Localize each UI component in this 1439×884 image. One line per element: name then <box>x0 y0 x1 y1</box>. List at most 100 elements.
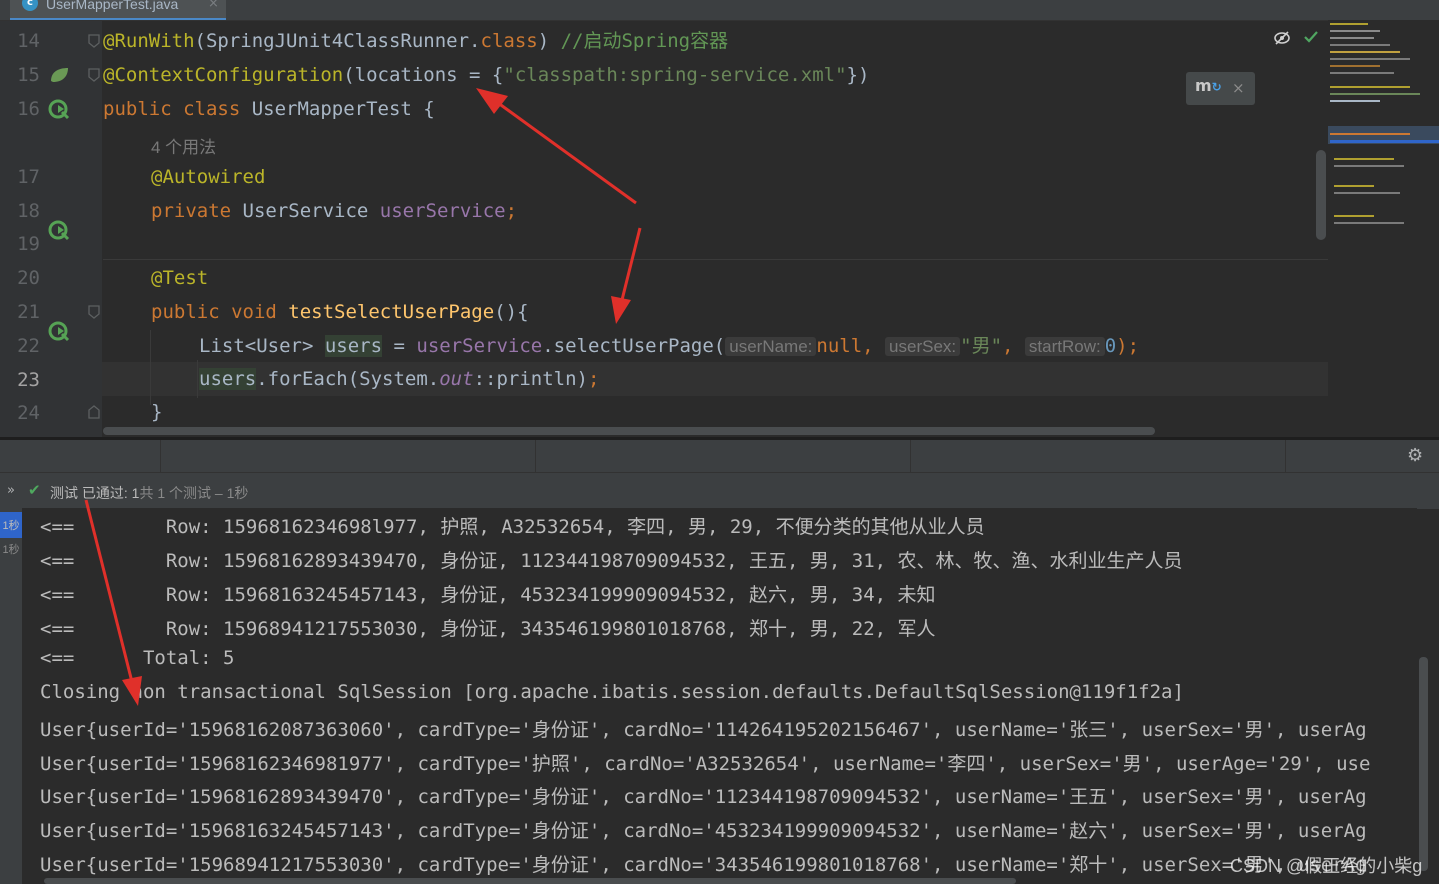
maven-reload-icon[interactable]: m↻ <box>1195 76 1222 95</box>
code-text: .selectUserPage( <box>542 335 726 357</box>
console-line: <== Total: 5 <box>40 647 235 669</box>
usages-hint[interactable]: 4 个用法 <box>151 133 216 158</box>
method-name: testSelectUserPage <box>288 301 495 323</box>
code-text: (){ <box>494 301 529 323</box>
editor-gutter: 14 15 16 17 18 19 20 21 22 23 24 <box>0 21 102 437</box>
code-text: (locations = { <box>343 64 504 86</box>
gear-icon[interactable]: ⚙ <box>1407 445 1423 466</box>
fold-end-icon[interactable] <box>87 404 101 420</box>
string-literal: "男" <box>960 335 1003 357</box>
console-line: <== Row: 15968162893439470, 身份证, 1123441… <box>40 550 1183 572</box>
line-number: 22 <box>17 335 40 357</box>
indent-guide <box>197 360 198 398</box>
line-number: 21 <box>17 301 40 323</box>
console-line: User{userId='15968162893439470', cardTyp… <box>40 786 1367 808</box>
code-text: }) <box>846 64 870 86</box>
semicolon: ; <box>587 368 600 390</box>
console-line: <== Row: 1596816234698l977, 护照, A3253265… <box>40 516 985 538</box>
test-status-bar: » ✔ 测试 已通过: 1共 1 个测试 – 1秒 <box>0 472 1439 509</box>
annotation: @Autowired <box>151 166 266 188</box>
line-number: 16 <box>17 98 40 120</box>
code-line-24[interactable]: } <box>151 395 162 429</box>
header-separator <box>160 440 161 472</box>
semicolon: ; <box>505 200 518 222</box>
java-class-icon: c <box>22 0 38 11</box>
fold-icon[interactable] <box>87 304 101 320</box>
header-separator <box>535 440 536 472</box>
line-number: 14 <box>17 30 40 52</box>
test-summary: 共 1 个测试 – 1秒 <box>139 485 249 501</box>
editor-horizontal-scrollbar[interactable] <box>103 427 1155 435</box>
line-number: 19 <box>17 233 40 255</box>
code-line-18[interactable]: private UserService userService; <box>151 194 517 228</box>
code-line-21[interactable]: public void testSelectUserPage(){ <box>151 295 529 329</box>
run-method-icon[interactable] <box>48 321 72 343</box>
tab-usermappertest[interactable]: c UserMapperTest.java × <box>10 0 226 20</box>
string-literal: "classpath:spring-service.xml" <box>503 64 847 86</box>
indent-guide <box>150 330 151 405</box>
comma: , <box>1002 335 1025 357</box>
editor-vertical-scrollbar[interactable] <box>1316 150 1326 240</box>
type-name: UserService <box>242 200 380 222</box>
header-separator <box>910 440 911 472</box>
class-name: UserMapperTest { <box>251 98 435 120</box>
code-line-22[interactable]: List<User> users = userService.selectUse… <box>199 329 1139 363</box>
null-literal: null <box>816 335 863 357</box>
local-var: users <box>324 335 383 357</box>
console-line: Closing non transactional SqlSession [or… <box>40 681 1184 703</box>
run-test-icon[interactable] <box>48 99 72 121</box>
header-separator <box>1285 440 1286 472</box>
code-text: (SpringJUnit4ClassRunner. <box>194 30 481 52</box>
keyword: public void <box>151 301 289 323</box>
local-var: users <box>199 368 257 390</box>
console-line: User{userId='15968162087363060', cardTyp… <box>40 719 1367 741</box>
code-text: List<User> <box>199 335 325 357</box>
line-number: 17 <box>17 166 40 188</box>
code-line-15[interactable]: @ContextConfiguration(locations = {"clas… <box>103 58 869 92</box>
annotation: @Test <box>151 267 209 289</box>
code-text: ); <box>1116 335 1140 357</box>
editor-tab-bar: c UserMapperTest.java × <box>0 0 1439 21</box>
code-text: = <box>382 335 417 357</box>
test-result-text: 测试 已通过: 1共 1 个测试 – 1秒 <box>50 483 248 503</box>
keyword: class <box>480 30 538 52</box>
expand-chevron-icon[interactable]: » <box>7 483 15 498</box>
test-tree-strip[interactable]: 1秒 1秒 <box>0 508 22 884</box>
code-line-17[interactable]: @Autowired <box>151 160 265 194</box>
fold-icon[interactable] <box>87 33 101 49</box>
number-literal: 0 <box>1104 335 1117 357</box>
keyword: public class <box>103 98 252 120</box>
close-icon[interactable]: × <box>1232 79 1245 97</box>
code-text: ::println) <box>473 368 588 390</box>
static-field: out <box>439 368 474 390</box>
spring-bean-icon[interactable] <box>48 66 70 84</box>
maven-reload-popup[interactable]: m↻ × <box>1186 72 1255 105</box>
code-line-23[interactable]: users.forEach(System.out::println); <box>199 362 599 396</box>
check-icon[interactable] <box>1303 29 1319 49</box>
console-output[interactable]: <== Row: 1596816234698l977, 护照, A3253265… <box>22 508 1417 884</box>
code-line-14[interactable]: @RunWith(SpringJUnit4ClassRunner.class) … <box>103 24 728 58</box>
code-minimap[interactable] <box>1328 20 1439 436</box>
check-icon: ✔ <box>28 481 41 499</box>
watermark: CSDN @假正经的小柴g <box>1230 856 1423 876</box>
code-text: .forEach(System. <box>256 368 440 390</box>
console-line: <== Row: 15968163245457143, 身份证, 4532341… <box>40 584 936 606</box>
code-line-20[interactable]: @Test <box>151 261 208 295</box>
test-passed-count: 1 <box>127 485 140 501</box>
code-line-16[interactable]: public class UserMapperTest { <box>103 92 435 126</box>
field-name: userService <box>416 335 543 357</box>
fold-icon[interactable] <box>87 67 101 83</box>
param-hint-usersex: userSex: <box>885 337 961 356</box>
console-horizontal-scrollbar[interactable] <box>44 878 1016 884</box>
console-line: <== Row: 15968941217553030, 身份证, 3435461… <box>40 618 936 640</box>
close-icon[interactable]: × <box>208 0 219 11</box>
console-vertical-scrollbar[interactable] <box>1419 657 1428 871</box>
comma: , <box>862 335 886 357</box>
current-line-number: 23 <box>17 369 40 391</box>
autowired-bean-icon[interactable] <box>48 220 72 242</box>
comment: //启动Spring容器 <box>549 30 729 52</box>
line-number: 18 <box>17 200 40 222</box>
eye-slash-icon[interactable] <box>1273 30 1291 50</box>
test-passed-label: 测试 已通过: <box>50 485 128 501</box>
line-number: 15 <box>17 64 40 86</box>
